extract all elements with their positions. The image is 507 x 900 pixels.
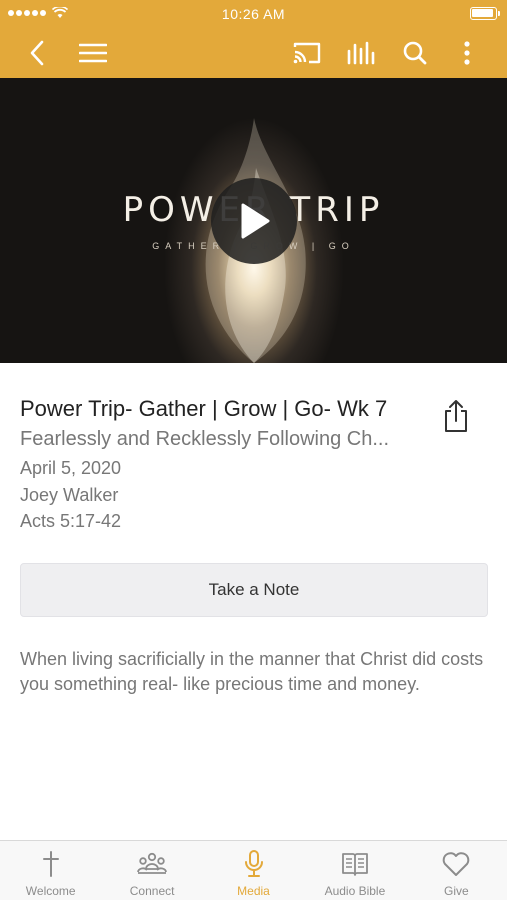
book-icon	[342, 853, 368, 876]
battery-icon	[470, 7, 500, 20]
tab-connect[interactable]: Connect	[101, 841, 202, 900]
people-icon	[137, 852, 168, 874]
cross-icon	[42, 851, 59, 877]
tab-label: Welcome	[25, 884, 76, 898]
tab-audio-bible[interactable]: Audio Bible	[304, 841, 405, 900]
menu-icon[interactable]	[76, 36, 110, 70]
tab-bar: Welcome Connect Media Audio Bible Give	[0, 840, 507, 900]
tab-give[interactable]: Give	[406, 841, 507, 900]
sermon-speaker: Joey Walker	[20, 485, 119, 505]
tab-media[interactable]: Media	[203, 841, 304, 900]
heart-icon	[443, 852, 470, 876]
share-icon[interactable]	[442, 399, 470, 433]
video-thumbnail[interactable]: POWER TRIP GATHER | GROW | GO	[0, 78, 507, 363]
tab-welcome[interactable]: Welcome	[0, 841, 101, 900]
nav-bar	[0, 28, 507, 78]
tab-label: Connect	[129, 884, 175, 898]
sermon-date: April 5, 2020	[20, 458, 122, 478]
sermon-subtitle: Fearlessly and Recklessly Following Ch..…	[20, 428, 390, 450]
audio-bars-icon[interactable]	[344, 36, 378, 70]
tab-label: Give	[443, 884, 469, 898]
sermon-description: When living sacrificially in the manner …	[20, 649, 484, 694]
sermon-scripture: Acts 5:17-42	[20, 511, 122, 531]
status-bar: 10:26 AM	[0, 0, 507, 28]
status-time: 10:26 AM	[221, 6, 286, 22]
play-button[interactable]	[211, 178, 297, 264]
tab-label: Media	[237, 884, 270, 898]
microphone-icon	[244, 850, 263, 877]
take-note-button[interactable]: Take a Note	[20, 563, 488, 617]
play-icon	[241, 203, 270, 239]
search-icon[interactable]	[398, 36, 432, 70]
more-icon[interactable]	[450, 36, 484, 70]
tab-label: Audio Bible	[324, 884, 386, 898]
back-icon[interactable]	[20, 36, 54, 70]
cast-icon[interactable]	[290, 36, 324, 70]
sermon-title: Power Trip- Gather | Grow | Go- Wk 7	[20, 396, 388, 421]
